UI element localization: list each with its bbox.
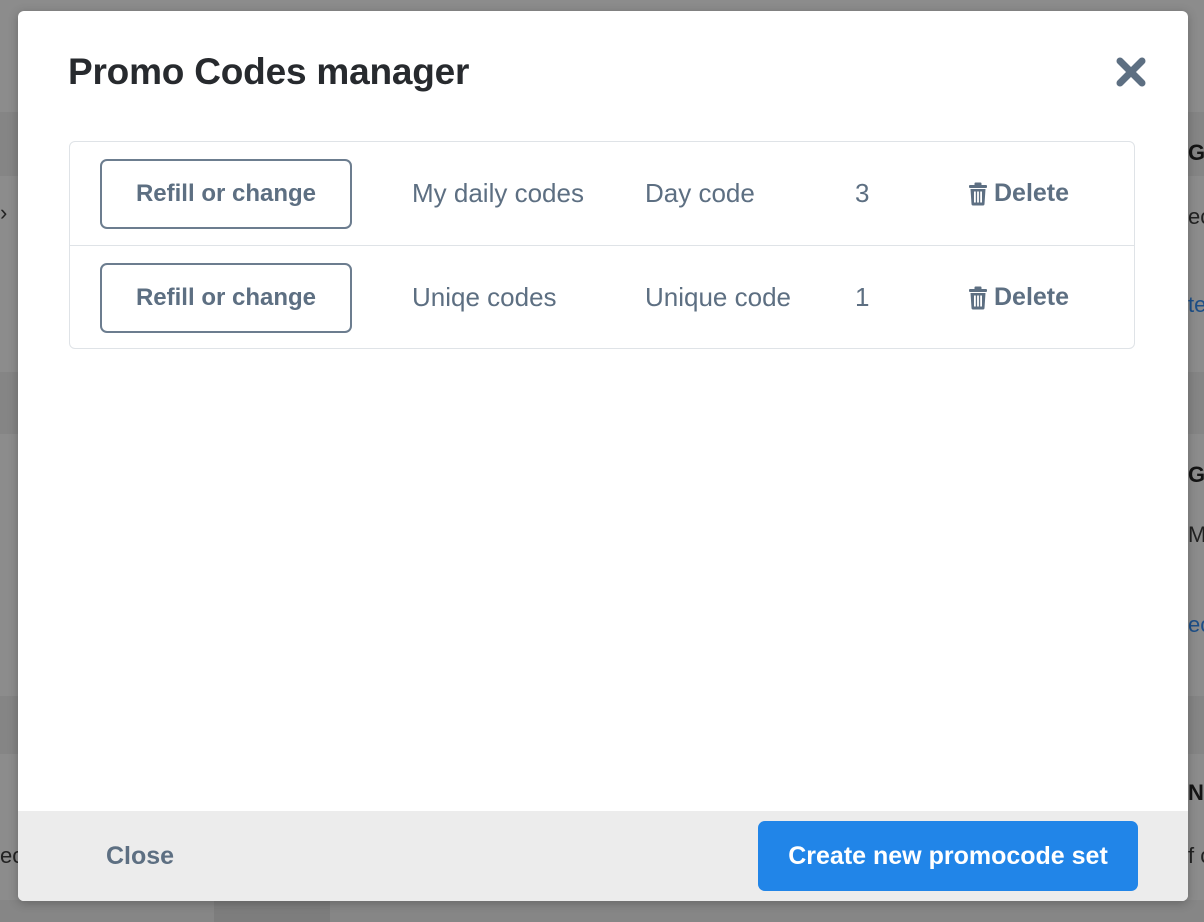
refill-or-change-button[interactable]: Refill or change — [100, 263, 352, 333]
promo-codes-table: Refill or change My daily codes Day code… — [69, 141, 1135, 349]
background-text-fragment: Ma — [1188, 522, 1204, 547]
background-heading-fragment: GI — [1188, 140, 1204, 165]
delete-label: Delete — [994, 179, 1070, 207]
code-set-type: Day code — [645, 178, 755, 208]
trash-icon — [968, 182, 988, 206]
background-bottom-strip — [0, 900, 1204, 922]
close-button[interactable]: Close — [106, 811, 174, 901]
background-link-fragment: te — [1188, 292, 1204, 317]
code-set-count: 1 — [855, 282, 870, 312]
code-set-count: 3 — [855, 178, 870, 208]
background-link-fragment: ec — [1188, 612, 1204, 637]
modal-title: Promo Codes manager — [68, 51, 470, 92]
modal-footer: Close Create new promocode set — [18, 811, 1188, 901]
delete-label: Delete — [994, 283, 1070, 311]
table-row: Refill or change Uniqe codes Unique code… — [70, 245, 1134, 348]
background-chevron: › — [0, 200, 8, 225]
code-set-name: My daily codes — [412, 178, 584, 208]
close-x-icon[interactable] — [1114, 55, 1148, 89]
promo-codes-modal: Promo Codes manager Refill or change My … — [18, 11, 1188, 901]
create-promocode-set-button[interactable]: Create new promocode set — [758, 821, 1138, 891]
background-heading-fragment: GL — [1188, 462, 1204, 487]
background-text-fragment: f c — [1188, 843, 1204, 868]
code-set-name: Uniqe codes — [412, 282, 557, 312]
background-bottom-block — [214, 900, 330, 922]
background-heading-fragment: N — [1188, 780, 1204, 805]
delete-button[interactable]: Delete — [968, 142, 1069, 245]
code-set-type: Unique code — [645, 282, 791, 312]
delete-button[interactable]: Delete — [968, 246, 1069, 349]
trash-icon — [968, 286, 988, 310]
table-row: Refill or change My daily codes Day code… — [70, 142, 1134, 245]
refill-or-change-button[interactable]: Refill or change — [100, 159, 352, 229]
background-text-fragment: ec — [1188, 204, 1204, 229]
